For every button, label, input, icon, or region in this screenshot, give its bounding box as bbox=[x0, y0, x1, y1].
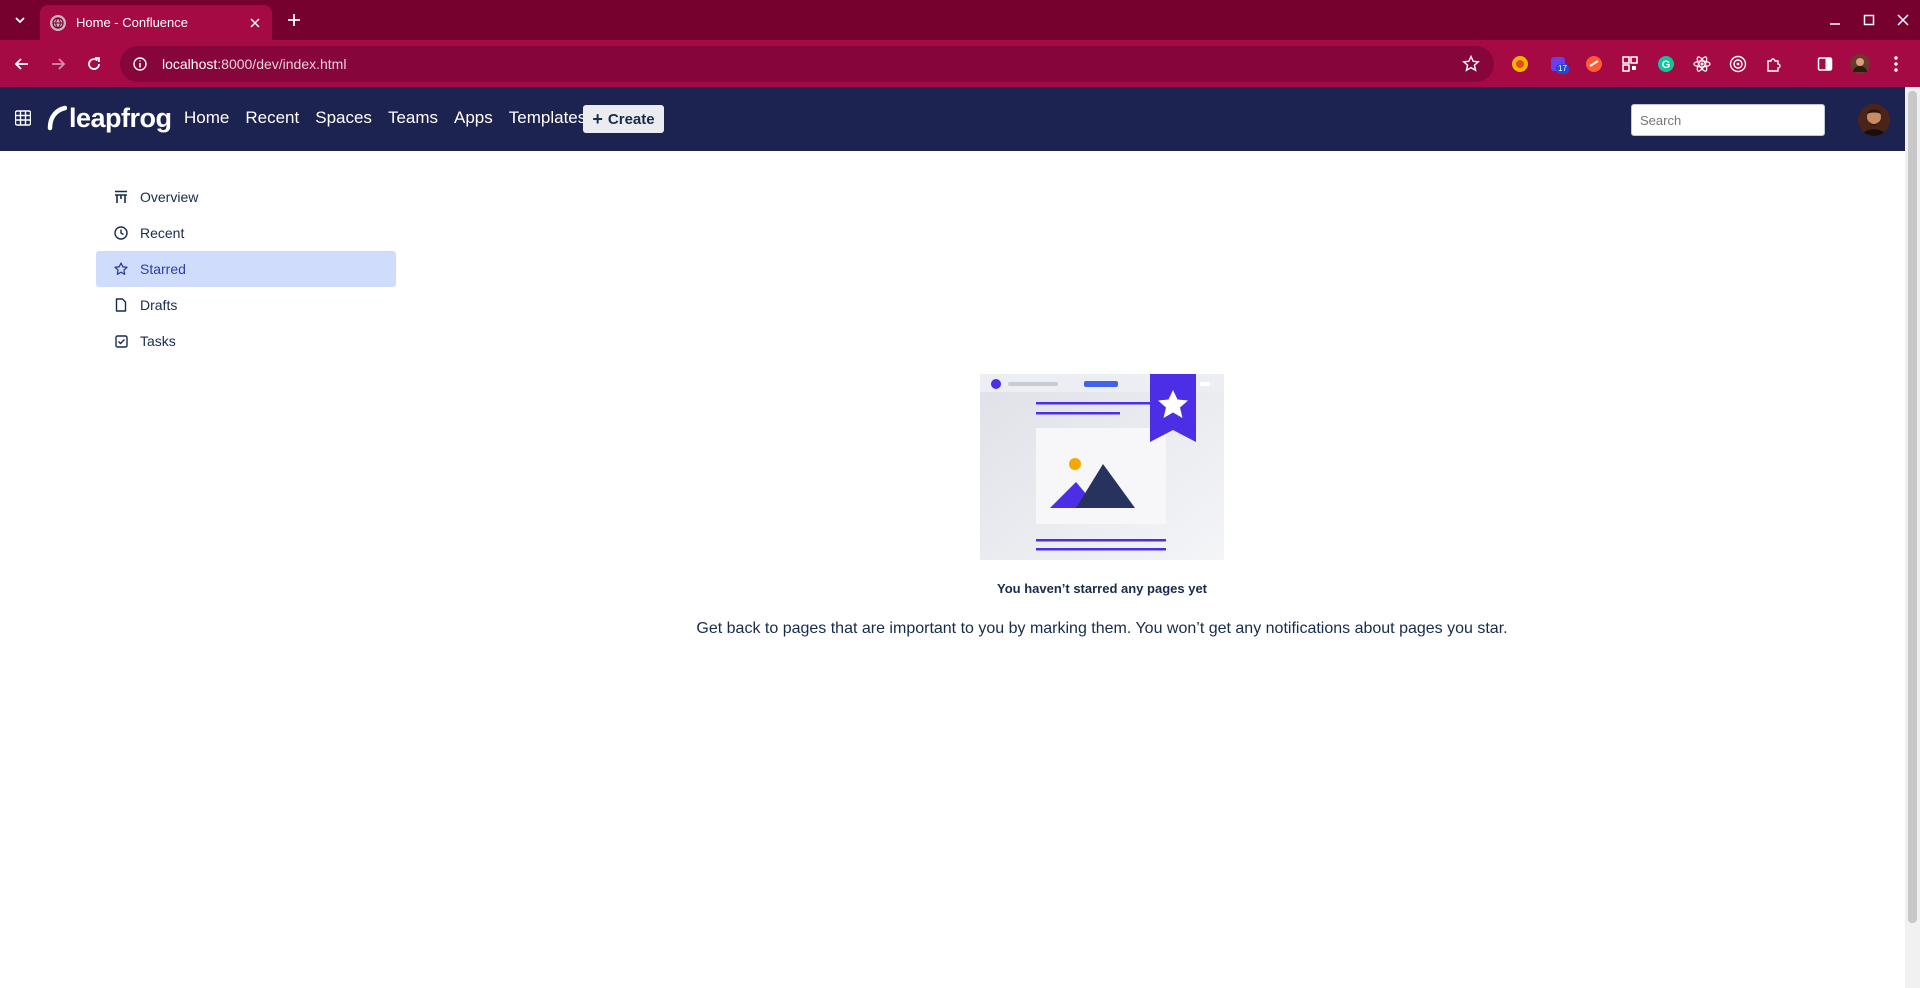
site-info-icon[interactable] bbox=[132, 56, 148, 72]
sidebar-item-label: Tasks bbox=[140, 333, 176, 349]
scrollbar-thumb[interactable] bbox=[1908, 91, 1917, 923]
logo-mark-icon bbox=[47, 105, 67, 131]
sidebar: Overview Recent Starred Drafts Tasks bbox=[96, 179, 396, 359]
empty-state-description: Get back to pages that are important to … bbox=[696, 620, 1508, 637]
qr-code-icon[interactable] bbox=[1620, 54, 1640, 74]
new-tab-button[interactable] bbox=[282, 8, 306, 32]
url-host: localhost bbox=[162, 56, 218, 72]
more-menu-icon[interactable] bbox=[1886, 54, 1906, 74]
sidebar-item-tasks[interactable]: Tasks bbox=[96, 323, 396, 359]
target-icon[interactable] bbox=[1728, 54, 1748, 74]
tab-title: Home - Confluence bbox=[76, 15, 188, 30]
arrow-right-icon bbox=[52, 58, 66, 70]
svg-text:G: G bbox=[1662, 59, 1671, 71]
browser-tab-active[interactable]: Home - Confluence bbox=[40, 5, 272, 40]
document-icon bbox=[114, 298, 128, 312]
browser-toolbar: localhost:8000/dev/index.html 17 G bbox=[0, 40, 1920, 87]
extension-yellow-icon[interactable] bbox=[1510, 54, 1530, 74]
create-label: Create bbox=[607, 110, 655, 128]
sidebar-item-drafts[interactable]: Drafts bbox=[96, 287, 396, 323]
window-controls bbox=[1818, 0, 1920, 40]
close-tab-icon[interactable] bbox=[246, 14, 264, 32]
maximize-button[interactable] bbox=[1852, 4, 1886, 36]
empty-state-title: You haven’t starred any pages yet bbox=[997, 581, 1207, 596]
back-button[interactable] bbox=[8, 50, 36, 78]
nav-spaces[interactable]: Spaces bbox=[315, 105, 372, 131]
sidebar-item-label: Recent bbox=[140, 225, 185, 241]
sidebar-item-starred[interactable]: Starred bbox=[96, 251, 396, 287]
tab-search-button[interactable] bbox=[8, 8, 32, 32]
star-icon bbox=[114, 262, 128, 276]
checkbox-icon bbox=[114, 334, 128, 348]
nav-teams[interactable]: Teams bbox=[388, 105, 438, 131]
page-scrollbar[interactable] bbox=[1905, 87, 1920, 988]
bookmark-star-icon[interactable] bbox=[1462, 55, 1480, 73]
url-path: :8000/dev/index.html bbox=[217, 56, 347, 72]
clock-icon bbox=[114, 226, 128, 240]
nav-home[interactable]: Home bbox=[184, 105, 229, 131]
reload-icon bbox=[88, 57, 100, 70]
overview-icon bbox=[114, 190, 128, 204]
create-button[interactable]: + Create bbox=[583, 105, 664, 133]
address-bar[interactable]: localhost:8000/dev/index.html bbox=[120, 46, 1494, 82]
app-header: leapfrog Home Recent Spaces Teams Apps T… bbox=[0, 87, 1905, 151]
top-nav: Home Recent Spaces Teams Apps Templates bbox=[184, 105, 602, 131]
browser-tabstrip: Home - Confluence bbox=[0, 0, 1920, 40]
sidebar-item-overview[interactable]: Overview bbox=[96, 179, 396, 215]
sidebar-item-label: Drafts bbox=[140, 297, 178, 313]
forward-button[interactable] bbox=[44, 50, 72, 78]
search-input[interactable] bbox=[1631, 104, 1825, 136]
side-panel-icon[interactable] bbox=[1815, 54, 1835, 74]
react-devtools-icon[interactable] bbox=[1692, 54, 1712, 74]
url-text: localhost:8000/dev/index.html bbox=[162, 56, 346, 72]
extension-red-icon[interactable] bbox=[1584, 54, 1604, 74]
grammarly-icon[interactable]: G bbox=[1656, 54, 1676, 74]
sidebar-item-recent[interactable]: Recent bbox=[96, 215, 396, 251]
chevron-down-icon bbox=[15, 17, 25, 24]
nav-recent[interactable]: Recent bbox=[245, 105, 299, 131]
sidebar-item-label: Starred bbox=[140, 261, 186, 277]
close-window-button[interactable] bbox=[1886, 4, 1920, 36]
plus-icon bbox=[288, 14, 300, 26]
starred-empty-state: You haven’t starred any pages yet Get ba… bbox=[680, 374, 1524, 638]
arrow-left-icon bbox=[14, 58, 28, 70]
extensions-puzzle-icon[interactable] bbox=[1764, 54, 1784, 74]
profile-avatar-small[interactable] bbox=[1850, 54, 1870, 74]
user-avatar[interactable] bbox=[1858, 104, 1890, 136]
sidebar-item-label: Overview bbox=[140, 189, 199, 205]
starred-pages-illustration bbox=[980, 374, 1224, 560]
logo-text: leapfrog bbox=[69, 102, 172, 133]
logo[interactable]: leapfrog bbox=[47, 101, 172, 135]
globe-icon bbox=[50, 14, 66, 31]
plus-icon: + bbox=[592, 108, 603, 129]
reload-button[interactable] bbox=[80, 50, 108, 78]
nav-templates[interactable]: Templates bbox=[509, 105, 586, 131]
nav-apps[interactable]: Apps bbox=[454, 105, 493, 131]
extension-badge-count: 17 bbox=[1556, 64, 1569, 74]
app-switcher-icon[interactable] bbox=[15, 110, 31, 126]
minimize-button[interactable] bbox=[1818, 4, 1852, 36]
extension-badge-icon[interactable]: 17 bbox=[1548, 54, 1569, 74]
